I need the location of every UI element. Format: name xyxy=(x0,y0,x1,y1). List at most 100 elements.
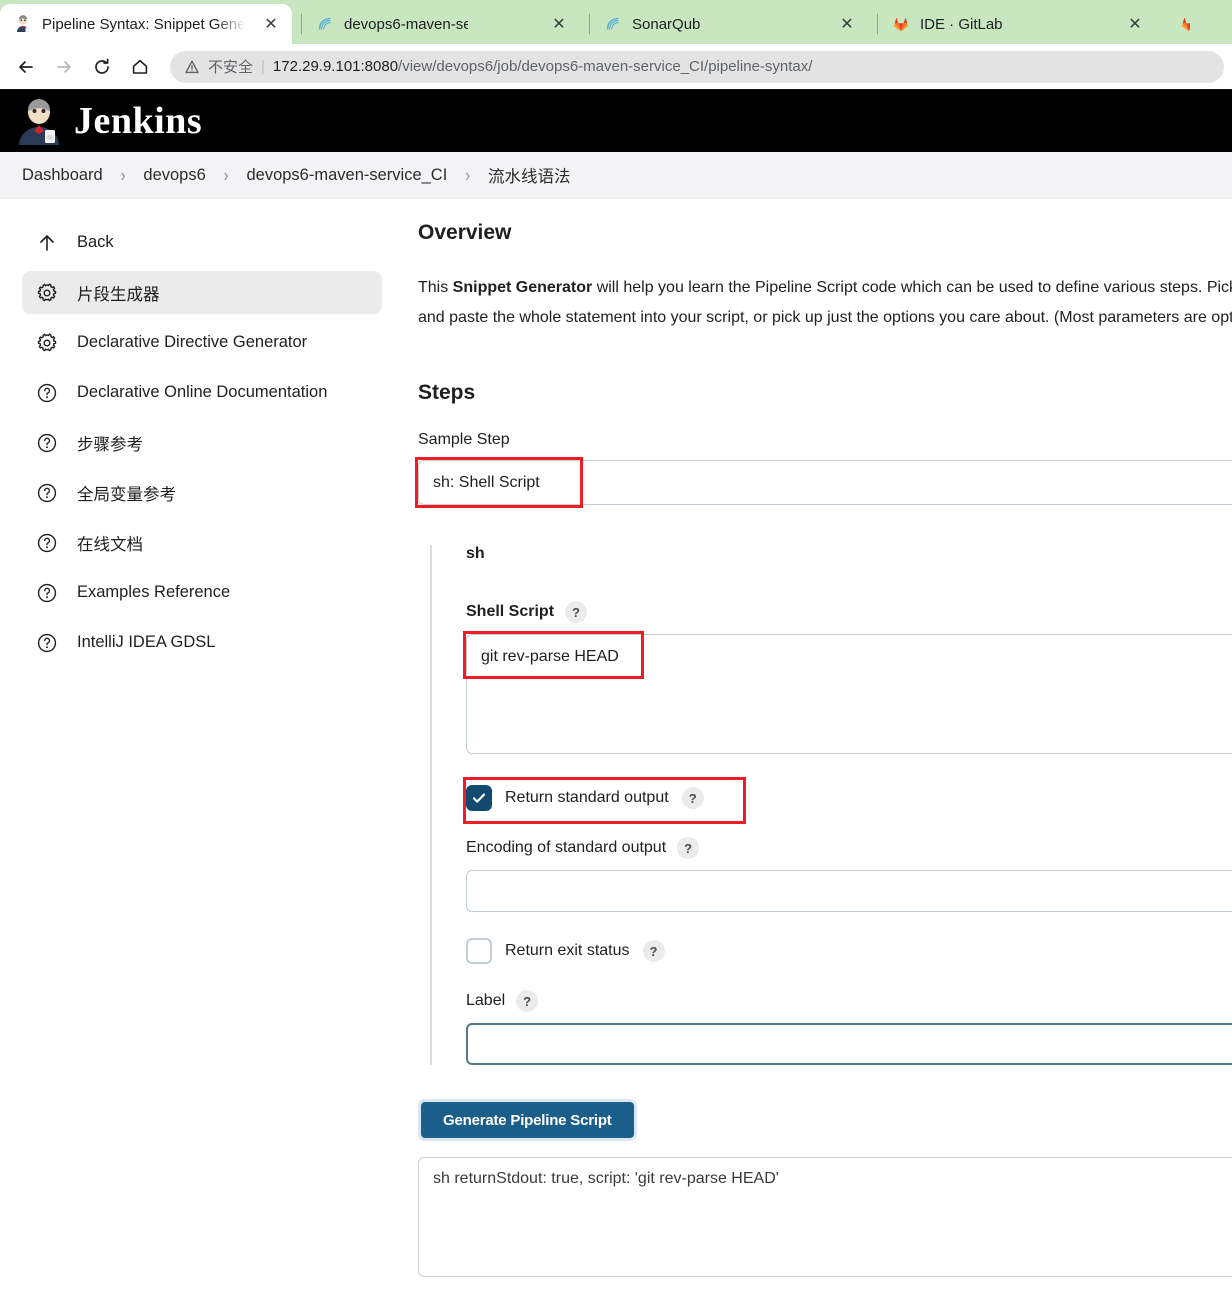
close-icon[interactable]: ✕ xyxy=(548,13,570,35)
label-label-row: Label ? xyxy=(466,990,1232,1012)
encoding-label-row: Encoding of standard output ? xyxy=(466,837,1232,859)
browser-tab-sonarqube[interactable]: SonarQube ✕ xyxy=(589,4,868,44)
browser-tab-devops6-maven-service[interactable]: devops6-maven-service ✕ xyxy=(301,4,580,44)
sidebar: Back 片段生成器 Declarative Directive Generat… xyxy=(0,199,400,1294)
address-bar[interactable]: 不安全 | 172.29.9.101:8080/view/devops6/job… xyxy=(170,50,1224,83)
shell-script-field-group: Shell Script ? xyxy=(463,601,1232,759)
help-icon[interactable]: ? xyxy=(677,837,700,859)
main-content: Overview This Snippet Generator will hel… xyxy=(400,199,1232,1294)
browser-tab-title: IDE · GitLab xyxy=(920,15,1002,33)
chevron-right-icon: › xyxy=(120,164,126,186)
gear-icon xyxy=(35,281,59,305)
step-config-panel: sh Shell Script ? Return standard output xyxy=(430,545,1232,1065)
breadcrumb-item-dashboard[interactable]: Dashboard xyxy=(18,166,107,185)
breadcrumb: Dashboard › devops6 › devops6-maven-serv… xyxy=(0,152,1232,199)
omnibox-separator: | xyxy=(261,58,265,75)
sidebar-item-label: IntelliJ IDEA GDSL xyxy=(77,633,216,651)
browser-tab-ide-gitlab[interactable]: IDE · GitLab ✕ xyxy=(877,4,1156,44)
steps-heading: Steps xyxy=(418,381,476,404)
sidebar-item-examples-reference[interactable]: Examples Reference xyxy=(22,571,382,614)
jenkins-logo-icon[interactable] xyxy=(18,97,60,145)
help-icon[interactable]: ? xyxy=(642,940,665,962)
browser-tab-title: SonarQube xyxy=(632,15,701,33)
page-title: Overview xyxy=(418,221,512,244)
shell-script-label: Shell Script xyxy=(466,603,555,620)
encoding-label: Encoding of standard output xyxy=(466,839,667,856)
gitlab-icon xyxy=(1180,15,1190,33)
help-icon[interactable]: ? xyxy=(681,787,704,809)
breadcrumb-item-pipeline-syntax[interactable]: 流水线语法 xyxy=(484,163,575,187)
chevron-right-icon: › xyxy=(465,164,470,186)
sample-step-select[interactable]: sh: Shell Script xyxy=(418,460,1232,505)
sidebar-item-label: 步骤参考 xyxy=(77,435,143,454)
sonarqube-icon xyxy=(316,15,334,33)
browser-chrome: Pipeline Syntax: Snippet Gener ✕ devops6… xyxy=(0,0,1232,90)
encoding-input[interactable] xyxy=(466,870,1232,912)
security-status-text: 不安全 xyxy=(208,59,254,76)
sidebar-item-label: 全局变量参考 xyxy=(77,485,176,504)
home-icon[interactable] xyxy=(122,49,158,85)
label-label: Label xyxy=(466,992,506,1009)
up-arrow-icon xyxy=(35,231,59,255)
return-exit-status-row[interactable]: Return exit status ? xyxy=(466,938,1232,964)
back-arrow-icon[interactable] xyxy=(8,49,44,85)
sidebar-item-label: Examples Reference xyxy=(77,583,231,601)
label-input[interactable] xyxy=(466,1023,1232,1065)
breadcrumb-item-job[interactable]: devops6-maven-service_CI xyxy=(242,166,451,185)
sample-step-label: Sample Step xyxy=(418,431,510,448)
encoding-field-group: Encoding of standard output ? xyxy=(466,837,1232,912)
close-icon[interactable]: ✕ xyxy=(1124,13,1146,35)
page-body: Back 片段生成器 Declarative Directive Generat… xyxy=(0,199,1232,1294)
overview-paragraph: This Snippet Generator will help you lea… xyxy=(418,273,1232,333)
return-exit-status-label: Return exit status xyxy=(505,942,630,959)
browser-tabstrip: Pipeline Syntax: Snippet Gener ✕ devops6… xyxy=(0,0,1232,44)
help-circle-icon xyxy=(35,531,59,555)
return-stdout-label: Return standard output xyxy=(505,789,669,806)
generate-pipeline-script-button[interactable]: Generate Pipeline Script xyxy=(418,1099,637,1141)
return-stdout-checkbox[interactable] xyxy=(466,785,492,811)
sidebar-item-label: 在线文档 xyxy=(77,535,143,554)
jenkins-wordmark[interactable]: Jenkins xyxy=(74,99,202,143)
forward-arrow-icon xyxy=(46,49,82,85)
jenkins-header: Jenkins xyxy=(0,90,1232,152)
sidebar-item-snippet-generator[interactable]: 片段生成器 xyxy=(22,271,382,314)
gear-icon xyxy=(35,331,59,355)
overview-text-a: This xyxy=(418,279,453,296)
sidebar-item-label: Declarative Online Documentation xyxy=(77,383,328,401)
sidebar-item-back[interactable]: Back xyxy=(22,221,382,264)
generated-script-output[interactable] xyxy=(418,1157,1232,1277)
help-circle-icon xyxy=(35,381,59,405)
jenkins-icon xyxy=(14,15,32,33)
overview-text-c: will help you learn the Pipeline Script … xyxy=(592,279,1232,296)
browser-tab-title: devops6-maven-service xyxy=(344,15,468,33)
return-stdout-row[interactable]: Return standard output ? xyxy=(466,785,1232,811)
browser-toolbar: 不安全 | 172.29.9.101:8080/view/devops6/job… xyxy=(0,44,1232,90)
shell-script-label-row: Shell Script ? xyxy=(466,601,1232,623)
shell-script-textarea[interactable] xyxy=(466,634,1232,754)
return-exit-status-checkbox[interactable] xyxy=(466,938,492,964)
reload-icon[interactable] xyxy=(84,49,120,85)
sidebar-item-global-variable-reference[interactable]: 全局变量参考 xyxy=(22,471,382,514)
browser-tab-pipeline-syntax[interactable]: Pipeline Syntax: Snippet Gener ✕ xyxy=(0,4,292,44)
sidebar-item-online-documentation[interactable]: 在线文档 xyxy=(22,521,382,564)
sonarqube-icon xyxy=(604,15,622,33)
gitlab-icon xyxy=(892,15,910,33)
sidebar-item-label: 片段生成器 xyxy=(77,285,160,304)
close-icon[interactable]: ✕ xyxy=(260,13,282,35)
browser-tab-overflow[interactable] xyxy=(1166,4,1190,44)
help-circle-icon xyxy=(35,581,59,605)
url-path: /view/devops6/job/devops6-maven-service_… xyxy=(398,58,813,75)
sidebar-item-intellij-idea-gdsl[interactable]: IntelliJ IDEA GDSL xyxy=(22,621,382,664)
sidebar-item-step-reference[interactable]: 步骤参考 xyxy=(22,421,382,464)
close-icon[interactable]: ✕ xyxy=(836,13,858,35)
sidebar-item-label: Declarative Directive Generator xyxy=(77,333,308,351)
breadcrumb-item-devops6[interactable]: devops6 xyxy=(139,166,209,185)
sidebar-item-declarative-directive-generator[interactable]: Declarative Directive Generator xyxy=(22,321,382,364)
help-circle-icon xyxy=(35,631,59,655)
help-icon[interactable]: ? xyxy=(516,990,539,1012)
help-circle-icon xyxy=(35,431,59,455)
help-icon[interactable]: ? xyxy=(565,601,588,623)
sidebar-item-declarative-online-documentation[interactable]: Declarative Online Documentation xyxy=(22,371,382,414)
sample-step-row: sh: Shell Script xyxy=(415,457,1232,508)
chevron-right-icon: › xyxy=(223,164,229,186)
